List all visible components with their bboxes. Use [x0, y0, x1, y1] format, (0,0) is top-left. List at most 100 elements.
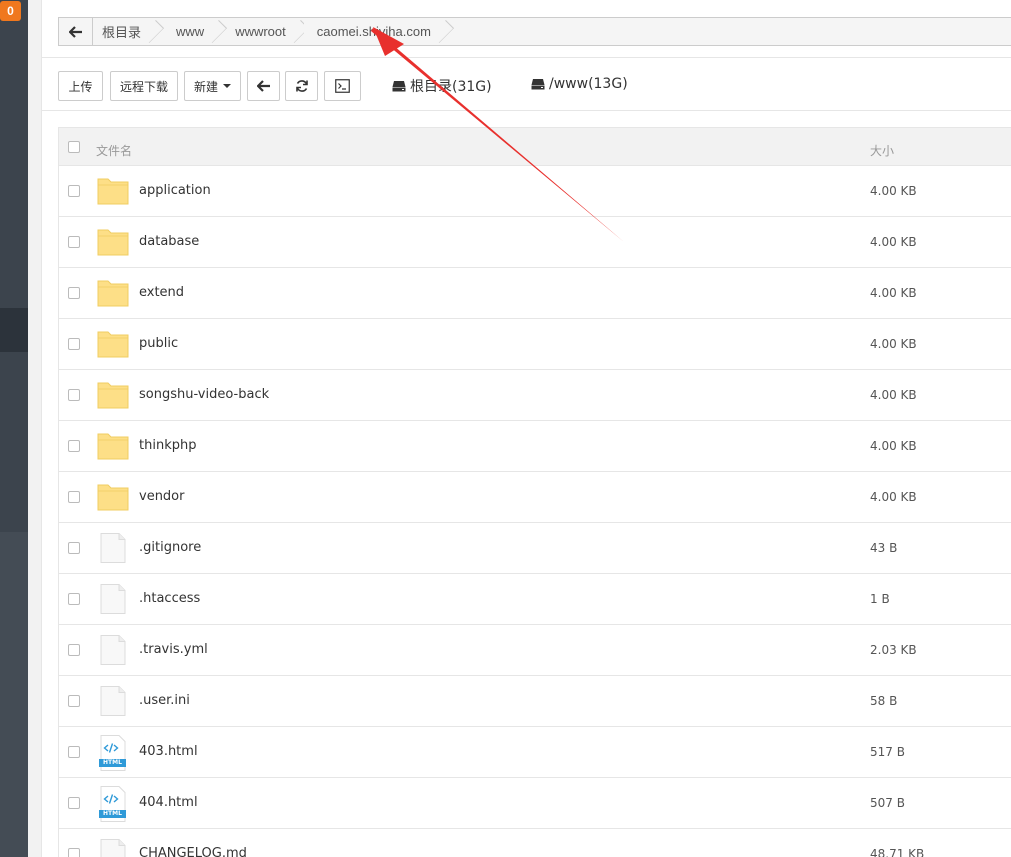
table-row[interactable]: .user.ini 58 B — [59, 676, 1011, 727]
table-row[interactable]: HTML 403.html 517 B — [59, 727, 1011, 778]
breadcrumb-item-current[interactable]: caomei.shiyiha.com — [303, 18, 449, 45]
file-size: 4.00 KB — [870, 184, 917, 198]
row-checkbox[interactable] — [68, 440, 80, 452]
file-name[interactable]: .htaccess — [139, 591, 200, 606]
hdd-icon — [392, 81, 406, 92]
file-icon[interactable] — [97, 686, 129, 716]
notification-badge[interactable]: 0 — [0, 1, 21, 21]
sidebar: 0 — [0, 0, 28, 857]
file-name[interactable]: .travis.yml — [139, 642, 208, 657]
file-size: 4.00 KB — [870, 439, 917, 453]
table-body: application 4.00 KB database 4.00 KB extend 4… — [59, 166, 1011, 857]
html-badge-text: HTML — [103, 759, 122, 766]
folder-icon[interactable] — [97, 482, 129, 512]
new-dropdown-button[interactable]: 新建 — [184, 71, 241, 101]
table-row[interactable]: songshu-video-back 4.00 KB — [59, 370, 1011, 421]
table-row[interactable]: CHANGELOG.md 48.71 KB — [59, 829, 1011, 857]
column-header-name[interactable]: 文件名 — [96, 142, 132, 159]
table-header: 文件名 大小 — [59, 127, 1011, 166]
new-button-label: 新建 — [193, 79, 218, 94]
table-row[interactable]: database 4.00 KB — [59, 217, 1011, 268]
file-size: 4.00 KB — [870, 490, 917, 504]
row-checkbox[interactable] — [68, 593, 80, 605]
file-name[interactable]: .gitignore — [139, 540, 201, 555]
path-back-button[interactable] — [59, 18, 93, 45]
row-checkbox[interactable] — [68, 389, 80, 401]
file-size: 4.00 KB — [870, 337, 917, 351]
row-checkbox[interactable] — [68, 338, 80, 350]
disk-www-label: /www(13G) — [549, 76, 628, 92]
remote-download-button[interactable]: 远程下载 — [110, 71, 178, 101]
terminal-button[interactable] — [324, 71, 361, 101]
toolbar: 上传 远程下载 新建 根目录(31G) /www(13G) — [42, 57, 1011, 111]
folder-icon[interactable] — [97, 431, 129, 461]
select-all-checkbox[interactable] — [68, 141, 80, 153]
folder-icon[interactable] — [97, 227, 129, 257]
row-checkbox[interactable] — [68, 848, 80, 857]
folder-icon[interactable] — [97, 176, 129, 206]
folder-icon[interactable] — [97, 380, 129, 410]
breadcrumb-item-wwwroot[interactable]: wwwroot — [222, 18, 304, 45]
file-name[interactable]: database — [139, 234, 199, 249]
row-checkbox[interactable] — [68, 695, 80, 707]
file-table: 文件名 大小 application 4.00 KB database 4.00 KB… — [58, 127, 1011, 857]
folder-icon[interactable] — [97, 278, 129, 308]
file-name[interactable]: extend — [139, 285, 184, 300]
file-name[interactable]: .user.ini — [139, 693, 190, 708]
disk-root[interactable]: 根目录(31G) — [392, 76, 492, 96]
row-checkbox[interactable] — [68, 746, 80, 758]
file-size: 4.00 KB — [870, 235, 917, 249]
breadcrumb-item-www[interactable]: www — [159, 18, 222, 45]
row-checkbox[interactable] — [68, 236, 80, 248]
row-checkbox[interactable] — [68, 185, 80, 197]
html-file-icon[interactable]: HTML — [97, 786, 129, 822]
table-row[interactable]: HTML 404.html 507 B — [59, 778, 1011, 829]
row-checkbox[interactable] — [68, 644, 80, 656]
file-size: 507 B — [870, 796, 905, 810]
file-name[interactable]: CHANGELOG.md — [139, 846, 247, 857]
table-row[interactable]: vendor 4.00 KB — [59, 472, 1011, 523]
go-back-button[interactable] — [247, 71, 280, 101]
file-name[interactable]: 404.html — [139, 795, 198, 810]
file-size: 517 B — [870, 745, 905, 759]
table-row[interactable]: public 4.00 KB — [59, 319, 1011, 370]
file-name[interactable]: application — [139, 183, 211, 198]
file-name[interactable]: 403.html — [139, 744, 198, 759]
file-size: 58 B — [870, 694, 898, 708]
hdd-icon — [531, 79, 545, 90]
file-size: 48.71 KB — [870, 847, 925, 857]
disk-www[interactable]: /www(13G) — [531, 76, 628, 92]
column-header-size[interactable]: 大小 — [870, 142, 894, 159]
gutter — [28, 0, 41, 857]
refresh-button[interactable] — [285, 71, 318, 101]
file-name[interactable]: thinkphp — [139, 438, 196, 453]
upload-button[interactable]: 上传 — [58, 71, 103, 101]
sidebar-active-item[interactable] — [0, 308, 28, 352]
terminal-icon — [335, 79, 350, 93]
table-row[interactable]: .travis.yml 2.03 KB — [59, 625, 1011, 676]
arrow-left-icon — [256, 80, 270, 92]
row-checkbox[interactable] — [68, 797, 80, 809]
table-row[interactable]: .gitignore 43 B — [59, 523, 1011, 574]
file-size: 4.00 KB — [870, 388, 917, 402]
file-size: 4.00 KB — [870, 286, 917, 300]
folder-icon[interactable] — [97, 329, 129, 359]
table-row[interactable]: .htaccess 1 B — [59, 574, 1011, 625]
row-checkbox[interactable] — [68, 491, 80, 503]
row-checkbox[interactable] — [68, 542, 80, 554]
breadcrumb-item-root[interactable]: 根目录 — [93, 18, 159, 45]
row-checkbox[interactable] — [68, 287, 80, 299]
table-row[interactable]: application 4.00 KB — [59, 166, 1011, 217]
file-size: 43 B — [870, 541, 898, 555]
table-row[interactable]: extend 4.00 KB — [59, 268, 1011, 319]
file-name[interactable]: songshu-video-back — [139, 387, 269, 402]
file-icon[interactable] — [97, 533, 129, 563]
file-name[interactable]: vendor — [139, 489, 184, 504]
file-manager-panel: 根目录 www wwwroot caomei.shiyiha.com 上传 远程… — [41, 0, 1011, 857]
file-icon[interactable] — [97, 635, 129, 665]
file-icon[interactable] — [97, 839, 129, 857]
file-name[interactable]: public — [139, 336, 178, 351]
file-icon[interactable] — [97, 584, 129, 614]
html-file-icon[interactable]: HTML — [97, 735, 129, 771]
table-row[interactable]: thinkphp 4.00 KB — [59, 421, 1011, 472]
